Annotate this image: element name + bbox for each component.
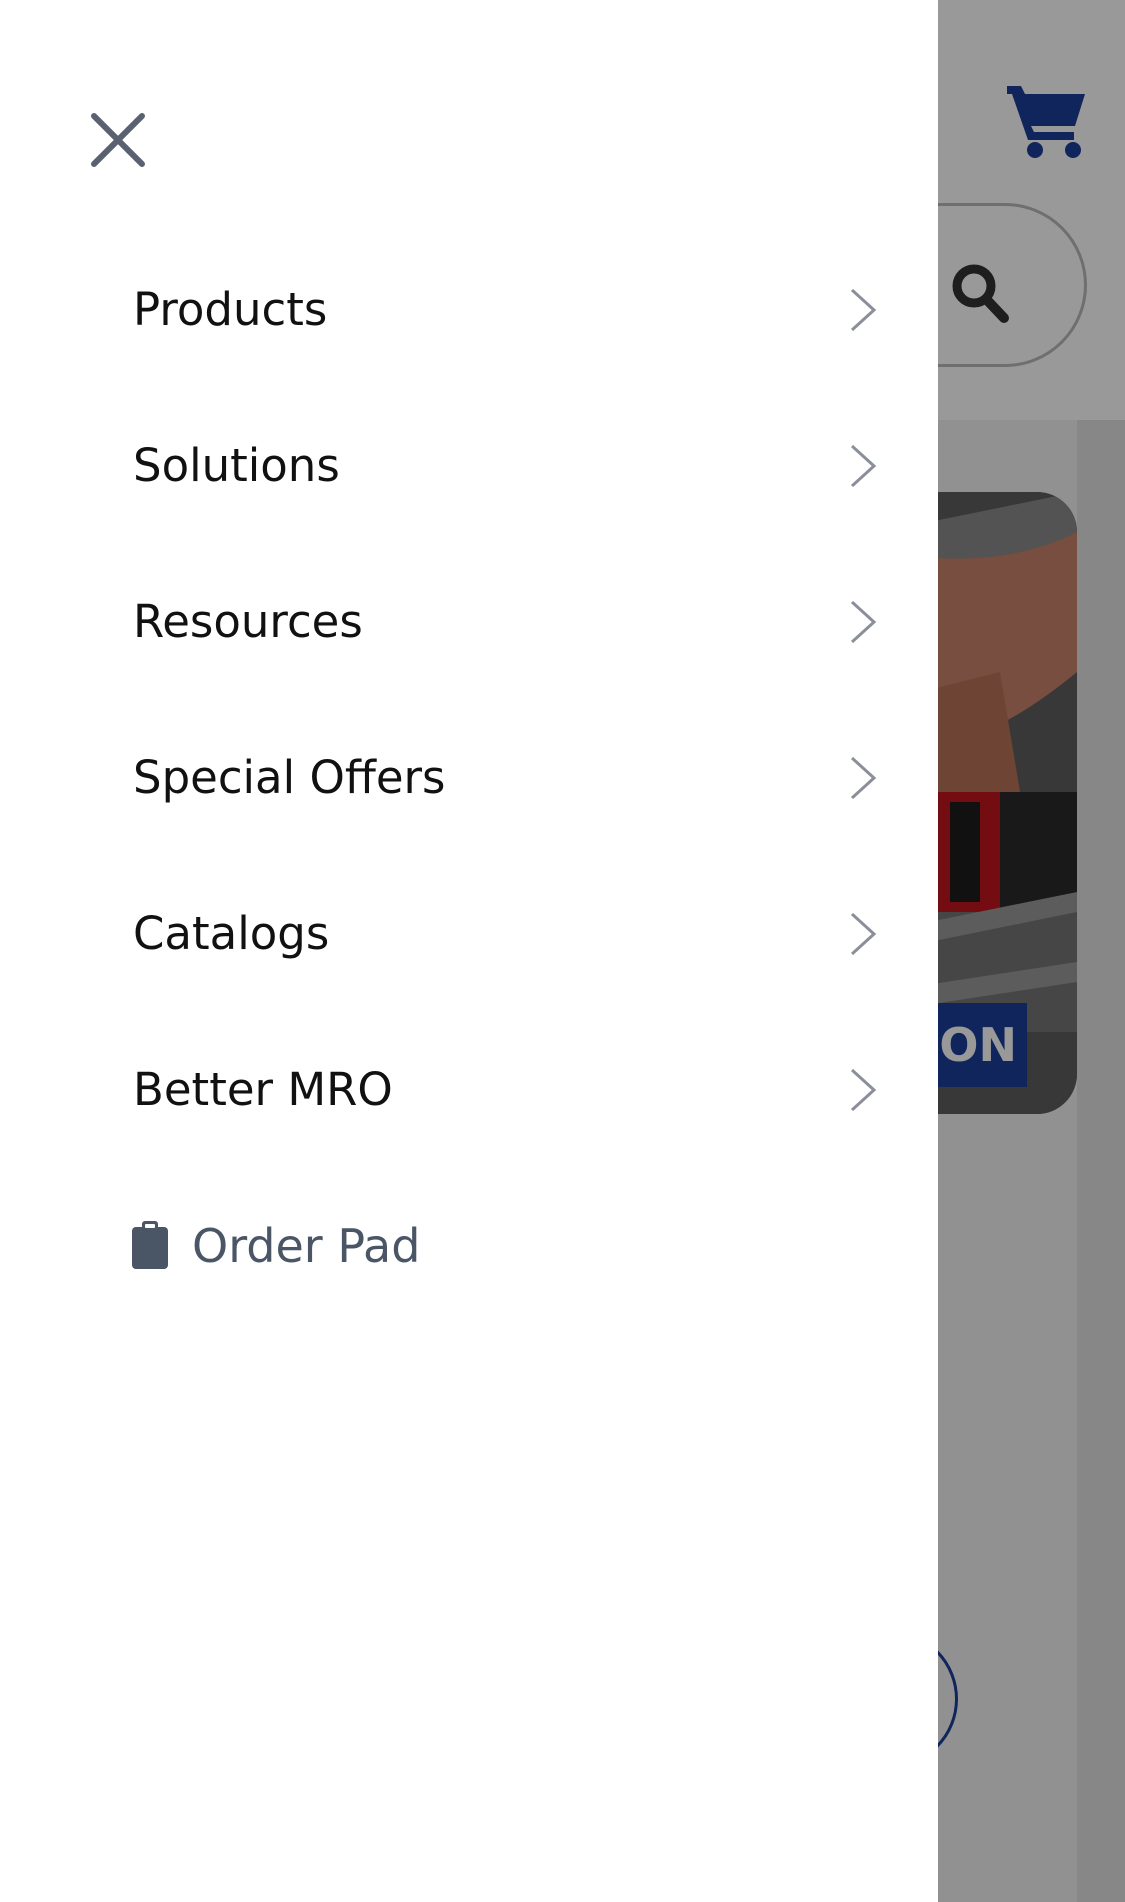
nav-item-label: Products — [133, 283, 328, 336]
chevron-right-icon — [850, 912, 877, 956]
close-icon[interactable] — [86, 108, 150, 172]
nav-item-better-mro[interactable]: Better MRO — [0, 1012, 938, 1168]
navigation-drawer: Products Solutions Resources Special Off… — [0, 0, 938, 1902]
nav-item-label: Special Offers — [133, 751, 446, 804]
order-pad-link[interactable]: Order Pad — [130, 1168, 420, 1324]
chevron-right-icon — [850, 288, 877, 332]
chevron-right-icon — [850, 600, 877, 644]
nav-item-products[interactable]: Products — [0, 232, 938, 388]
chevron-right-icon — [850, 444, 877, 488]
nav-item-special-offers[interactable]: Special Offers — [0, 700, 938, 856]
nav-item-label: Resources — [133, 595, 363, 648]
nav-item-resources[interactable]: Resources — [0, 544, 938, 700]
clipboard-icon — [132, 1221, 168, 1269]
app-page: ON Products Solutions Resources Special … — [0, 0, 1125, 1902]
order-pad-label: Order Pad — [192, 1219, 421, 1273]
nav-item-catalogs[interactable]: Catalogs — [0, 856, 938, 1012]
nav-menu: Products Solutions Resources Special Off… — [0, 232, 938, 1168]
nav-item-solutions[interactable]: Solutions — [0, 388, 938, 544]
nav-item-label: Catalogs — [133, 907, 330, 960]
chevron-right-icon — [850, 756, 877, 800]
nav-item-label: Better MRO — [133, 1063, 393, 1116]
nav-item-label: Solutions — [133, 439, 340, 492]
chevron-right-icon — [850, 1068, 877, 1112]
